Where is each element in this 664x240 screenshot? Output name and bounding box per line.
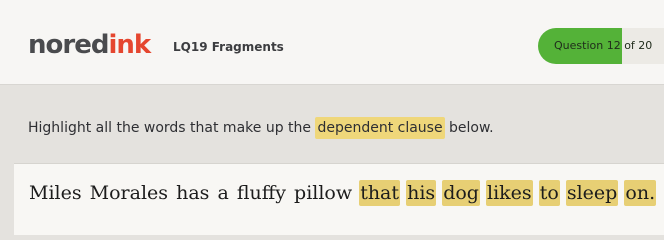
- logo-text-accent: ink: [108, 30, 151, 60]
- highlightable-sentence: Miles Morales has a fluffy pillow that h…: [28, 180, 657, 206]
- sentence-word[interactable]: to: [538, 180, 560, 206]
- prompt-highlight-dependent-clause: dependent clause: [315, 117, 445, 139]
- sentence-word[interactable]: has: [175, 180, 210, 206]
- prompt-text-before: Highlight all the words that make up the: [28, 120, 316, 136]
- question-prompt-area: Highlight all the words that make up the…: [0, 100, 664, 156]
- sentence-panel: Miles Morales has a fluffy pillow that h…: [14, 163, 664, 235]
- sentence-word[interactable]: on.: [624, 180, 657, 206]
- noredink-logo[interactable]: noredink: [28, 30, 151, 60]
- top-bar: noredink LQ19 Fragments Question 12 of 2…: [0, 0, 664, 85]
- sentence-word[interactable]: fluffy: [236, 180, 287, 206]
- sentence-word[interactable]: sleep: [565, 180, 619, 206]
- sentence-word[interactable]: Miles: [28, 180, 83, 206]
- sentence-word[interactable]: his: [406, 180, 437, 206]
- sentence-word[interactable]: likes: [486, 180, 533, 206]
- sentence-word[interactable]: a: [216, 180, 229, 206]
- sentence-word[interactable]: pillow: [293, 180, 353, 206]
- sentence-word[interactable]: that: [359, 180, 401, 206]
- progress-label: Question 12 of 20: [554, 39, 653, 52]
- logo-text-main: nored: [28, 30, 109, 60]
- sentence-word[interactable]: dog: [442, 180, 480, 206]
- question-prompt: Highlight all the words that make up the…: [28, 117, 494, 139]
- sentence-word[interactable]: Morales: [89, 180, 169, 206]
- prompt-text-after: below.: [444, 120, 494, 136]
- quiz-title: LQ19 Fragments: [173, 40, 284, 54]
- question-progress-pill: Question 12 of 20: [538, 28, 664, 64]
